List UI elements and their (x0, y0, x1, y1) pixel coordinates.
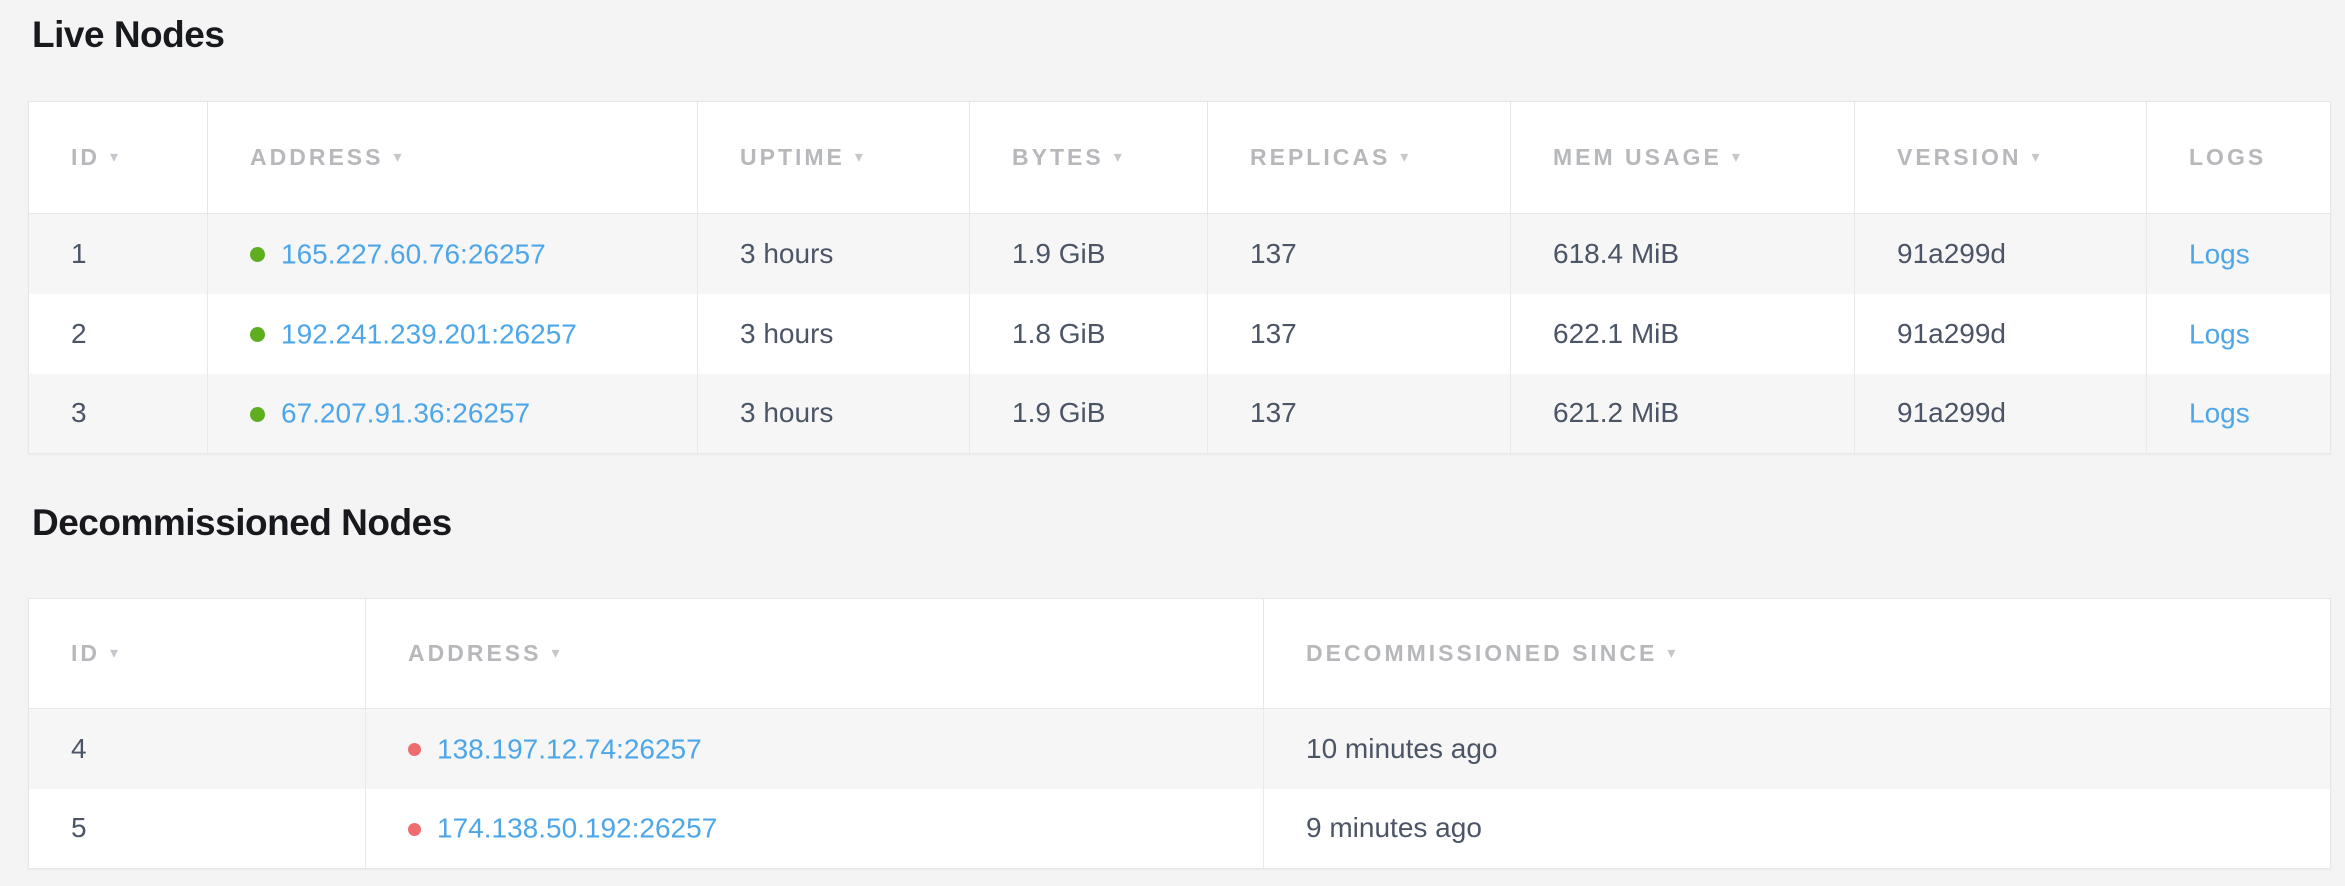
node-address-link[interactable]: 165.227.60.76:26257 (281, 239, 546, 270)
node-mem-usage-cell: 621.2 MiB (1511, 374, 1855, 454)
node-uptime-cell: 3 hours (698, 214, 970, 294)
sort-arrow-icon: ▾ (551, 645, 559, 662)
node-version-cell: 91a299d (1855, 374, 2147, 454)
node-logs-cell: Logs (2147, 294, 2331, 374)
live-status-icon (250, 407, 265, 422)
decommissioned-nodes-header-row: ID ▾ ADDRESS ▾ DECOMMISSIONED SINCE ▾ (29, 599, 2331, 709)
node-address-cell: 174.138.50.192:26257 (366, 789, 1264, 869)
node-address-cell: 192.241.239.201:26257 (208, 294, 698, 374)
column-header-label: UPTIME (740, 144, 845, 170)
sort-arrow-icon: ▾ (1114, 149, 1122, 166)
column-header-label: ADDRESS (250, 144, 383, 170)
sort-arrow-icon: ▾ (1667, 645, 1675, 662)
node-id-cell: 3 (29, 374, 208, 454)
node-uptime-cell: 3 hours (698, 374, 970, 454)
node-logs-cell: Logs (2147, 214, 2331, 294)
decommissioned-status-icon (408, 743, 421, 756)
column-header-id[interactable]: ID ▾ (29, 102, 208, 214)
node-address-link[interactable]: 138.197.12.74:26257 (437, 734, 702, 765)
live-status-icon (250, 247, 265, 262)
node-logs-link[interactable]: Logs (2189, 318, 2250, 349)
sort-arrow-icon: ▾ (1400, 149, 1408, 166)
node-address-cell: 67.207.91.36:26257 (208, 374, 698, 454)
sort-arrow-icon: ▾ (110, 645, 118, 662)
node-id-cell: 1 (29, 214, 208, 294)
column-header-bytes[interactable]: BYTES ▾ (970, 102, 1208, 214)
column-header-logs: LOGS (2147, 102, 2331, 214)
node-replicas-cell: 137 (1208, 374, 1511, 454)
node-logs-cell: Logs (2147, 374, 2331, 454)
node-logs-link[interactable]: Logs (2189, 398, 2250, 429)
node-version-cell: 91a299d (1855, 294, 2147, 374)
column-header-address[interactable]: ADDRESS ▾ (208, 102, 698, 214)
live-nodes-table: ID ▾ ADDRESS ▾ UPTIME ▾ BYTES ▾ REPLICAS ▾ ME… (28, 101, 2331, 454)
node-bytes-cell: 1.9 GiB (970, 374, 1208, 454)
node-id-cell: 5 (29, 789, 366, 869)
sort-arrow-icon: ▾ (1732, 149, 1740, 166)
column-header-label: MEM USAGE (1553, 144, 1722, 170)
column-header-label: REPLICAS (1250, 144, 1390, 170)
column-header-label: VERSION (1897, 144, 2022, 170)
sort-arrow-icon: ▾ (110, 149, 118, 166)
live-status-icon (250, 327, 265, 342)
node-decommissioned-since-cell: 10 minutes ago (1264, 709, 2331, 789)
node-address-cell: 165.227.60.76:26257 (208, 214, 698, 294)
table-row: 1 165.227.60.76:26257 3 hours 1.9 GiB 13… (29, 214, 2331, 294)
node-replicas-cell: 137 (1208, 294, 1511, 374)
node-logs-link[interactable]: Logs (2189, 239, 2250, 270)
node-address-cell: 138.197.12.74:26257 (366, 709, 1264, 789)
decommissioned-nodes-table: ID ▾ ADDRESS ▾ DECOMMISSIONED SINCE ▾ 4 138… (28, 598, 2331, 869)
node-replicas-cell: 137 (1208, 214, 1511, 294)
node-version-cell: 91a299d (1855, 214, 2147, 294)
table-row: 2 192.241.239.201:26257 3 hours 1.8 GiB … (29, 294, 2331, 374)
column-header-id[interactable]: ID ▾ (29, 599, 366, 709)
node-address-link[interactable]: 192.241.239.201:26257 (281, 318, 577, 349)
node-address-link[interactable]: 67.207.91.36:26257 (281, 398, 530, 429)
column-header-label: ID (71, 640, 100, 666)
table-row: 4 138.197.12.74:26257 10 minutes ago (29, 709, 2331, 789)
column-header-mem-usage[interactable]: MEM USAGE ▾ (1511, 102, 1855, 214)
column-header-label: LOGS (2189, 144, 2266, 170)
decommissioned-nodes-title: Decommissioned Nodes (32, 500, 2330, 546)
node-id-cell: 2 (29, 294, 208, 374)
nodes-page: Live Nodes ID ▾ ADDRESS ▾ UPTIME ▾ BYTES ▾ R… (0, 0, 2345, 869)
node-bytes-cell: 1.8 GiB (970, 294, 1208, 374)
node-bytes-cell: 1.9 GiB (970, 214, 1208, 294)
node-address-link[interactable]: 174.138.50.192:26257 (437, 813, 717, 844)
column-header-replicas[interactable]: REPLICAS ▾ (1208, 102, 1511, 214)
sort-arrow-icon: ▾ (2032, 149, 2040, 166)
table-row: 5 174.138.50.192:26257 9 minutes ago (29, 789, 2331, 869)
node-uptime-cell: 3 hours (698, 294, 970, 374)
sort-arrow-icon: ▾ (393, 149, 401, 166)
column-header-label: ADDRESS (408, 640, 541, 666)
sort-arrow-icon: ▾ (855, 149, 863, 166)
decommissioned-status-icon (408, 823, 421, 836)
node-mem-usage-cell: 618.4 MiB (1511, 214, 1855, 294)
node-id-cell: 4 (29, 709, 366, 789)
column-header-uptime[interactable]: UPTIME ▾ (698, 102, 970, 214)
column-header-label: DECOMMISSIONED SINCE (1306, 640, 1657, 666)
column-header-label: ID (71, 144, 100, 170)
column-header-version[interactable]: VERSION ▾ (1855, 102, 2147, 214)
table-row: 3 67.207.91.36:26257 3 hours 1.9 GiB 137… (29, 374, 2331, 454)
column-header-decommissioned-since[interactable]: DECOMMISSIONED SINCE ▾ (1264, 599, 2331, 709)
node-mem-usage-cell: 622.1 MiB (1511, 294, 1855, 374)
live-nodes-title: Live Nodes (32, 12, 2330, 58)
column-header-address[interactable]: ADDRESS ▾ (366, 599, 1264, 709)
node-decommissioned-since-cell: 9 minutes ago (1264, 789, 2331, 869)
live-nodes-header-row: ID ▾ ADDRESS ▾ UPTIME ▾ BYTES ▾ REPLICAS ▾ ME… (29, 102, 2331, 214)
column-header-label: BYTES (1012, 144, 1104, 170)
